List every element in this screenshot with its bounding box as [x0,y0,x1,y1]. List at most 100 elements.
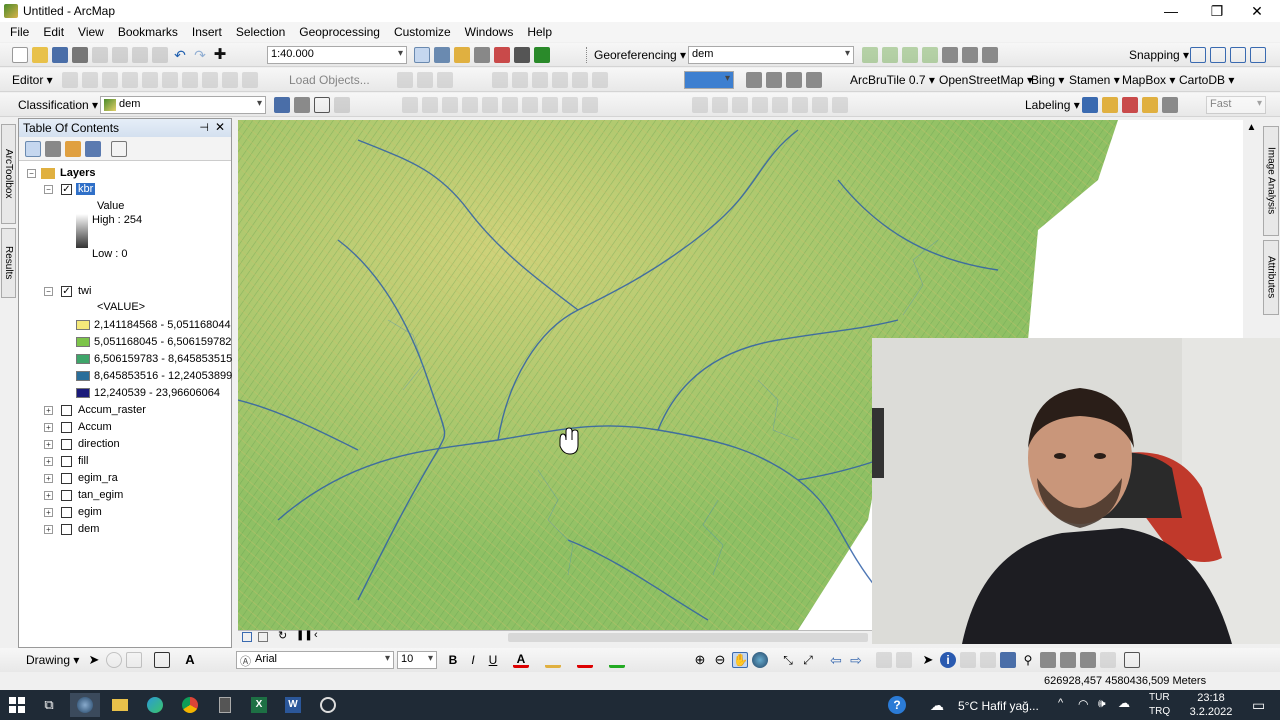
layer-name[interactable]: direction [78,438,120,450]
vectorize-tool-3[interactable] [732,97,748,113]
endpoint-arc-icon[interactable] [122,72,138,88]
word-icon[interactable]: W [278,693,308,717]
stamen-menu[interactable]: Stamen ▾ [1069,71,1120,89]
python-window-icon[interactable] [514,47,530,63]
expand-icon[interactable]: + [44,524,53,534]
raster-tool-9[interactable] [562,97,578,113]
close-toc-icon[interactable]: ✕ [215,120,225,134]
raster-tool-4[interactable] [462,97,478,113]
swipe-icon[interactable] [294,97,310,113]
viewer-icon[interactable] [962,47,978,63]
list-by-visibility-icon[interactable] [65,140,81,157]
new-document-icon[interactable] [12,47,28,63]
edge-snapping-icon[interactable] [1250,47,1266,63]
map-scale-combo[interactable]: 1:40.000 [267,46,407,64]
expand-icon[interactable]: + [44,439,53,449]
layout-view-icon[interactable] [258,632,268,642]
topology-icon-1[interactable] [492,72,508,88]
cut-polygons-icon[interactable] [222,72,238,88]
scroll-left-icon[interactable]: ‹ [314,629,318,641]
layout-view-icon[interactable] [434,47,450,63]
select-features-icon[interactable] [876,652,892,668]
zoom-whole-page-icon[interactable] [126,652,142,668]
rotate-icon[interactable] [882,47,898,63]
pan-icon[interactable]: ✋ [732,652,748,668]
topology-icon-2[interactable] [512,72,528,88]
layer-visibility-checkbox[interactable] [61,506,72,518]
add-control-points-icon[interactable] [862,47,878,63]
topology-icon-3[interactable] [532,72,548,88]
catalog-icon[interactable] [454,47,470,63]
list-by-drawing-order-icon[interactable] [25,140,41,157]
topology-icon-6[interactable] [592,72,608,88]
refresh-icon[interactable]: ↻ [278,629,287,642]
menu-insert[interactable]: Insert [185,25,229,39]
fixed-zoom-in-icon[interactable]: ⤡ [780,652,796,668]
load-objects-button[interactable]: Load Objects... [289,71,370,89]
openstreetmap-menu[interactable]: OpenStreetMap ▾ [939,71,1033,89]
vectorize-tool-1[interactable] [692,97,708,113]
georeferencing-menu[interactable]: Georeferencing ▾ [594,46,686,64]
weather-text[interactable]: 5°C Hafif yağ... [958,699,1039,713]
pause-labeling-icon[interactable] [1162,97,1178,113]
envelope-icon[interactable] [314,97,330,113]
straight-segment-icon[interactable] [102,72,118,88]
fill-color-button[interactable] [545,652,561,668]
arcmap-taskbar-icon[interactable] [70,693,100,717]
table-icon[interactable] [746,72,762,88]
marker-color-button[interactable] [609,652,625,668]
bing-menu[interactable]: Bing ▾ [1031,71,1064,89]
clock-time[interactable]: 23:18 [1190,692,1232,704]
edit-annotation-icon[interactable] [82,72,98,88]
font-combo[interactable]: Ⓐ Arial [236,651,394,669]
layer-egim[interactable]: + egim [44,506,102,518]
layer-dem[interactable]: + dem [44,523,99,535]
mapbox-menu[interactable]: MapBox ▾ [1122,71,1175,89]
expand-icon[interactable]: + [44,456,53,466]
contrast-icon[interactable] [334,97,350,113]
layer-visibility-checkbox[interactable] [61,404,72,416]
fixed-zoom-out-icon[interactable]: ⤢ [800,652,816,668]
save-icon[interactable] [52,47,68,63]
menu-help[interactable]: Help [520,25,559,39]
rotate-element-icon[interactable] [106,652,122,668]
menu-view[interactable]: View [71,25,111,39]
chrome-browser-icon[interactable] [175,693,205,717]
task-view-icon[interactable]: ⧉ [34,693,64,717]
clock-date[interactable]: 3.2.2022 [1180,706,1242,718]
menu-geoprocessing[interactable]: Geoprocessing [292,25,387,39]
delete-icon[interactable] [152,47,168,63]
raster-tool-3[interactable] [442,97,458,113]
trace-icon[interactable] [142,72,158,88]
layer-accum-raster[interactable]: + Accum_raster [44,404,146,416]
input-language-top[interactable]: TUR [1149,692,1170,703]
menu-bookmarks[interactable]: Bookmarks [111,25,185,39]
excel-icon[interactable]: X [244,693,274,717]
label-priority-icon[interactable] [1102,97,1118,113]
open-folder-icon[interactable] [32,47,48,63]
find-route-icon[interactable] [1040,652,1056,668]
toolbar-grip[interactable] [586,47,589,63]
expand-icon[interactable]: + [44,490,53,500]
calculator-icon[interactable] [210,693,240,717]
search-window-icon[interactable] [474,47,490,63]
twi-class-4[interactable]: 8,645853516 - 12,24053899 [76,370,232,382]
overview-icon[interactable] [1124,652,1140,668]
pin-icon[interactable]: ⊣ [199,121,209,134]
raster-tool-7[interactable] [522,97,538,113]
sketch-properties-icon[interactable] [417,72,433,88]
add-data-icon[interactable]: ✚ [212,47,228,63]
menu-file[interactable]: File [0,25,36,39]
layer-accum[interactable]: + Accum [44,421,112,433]
vertex-snapping-icon[interactable] [1230,47,1246,63]
time-slider-icon[interactable] [1080,652,1096,668]
cloud-sync-icon[interactable]: ☁ [1118,696,1130,710]
layer-name[interactable]: egim_ra [78,472,118,484]
layer-name[interactable]: Accum [78,421,112,433]
line-color-button[interactable] [577,652,593,668]
vectorize-tool-4[interactable] [752,97,768,113]
twi-visibility-checkbox[interactable]: ✓ [61,285,72,297]
bold-button[interactable]: B [445,652,461,668]
arctoolbox-tab[interactable]: ArcToolbox [1,124,16,224]
new-text-icon[interactable]: A [182,652,198,668]
